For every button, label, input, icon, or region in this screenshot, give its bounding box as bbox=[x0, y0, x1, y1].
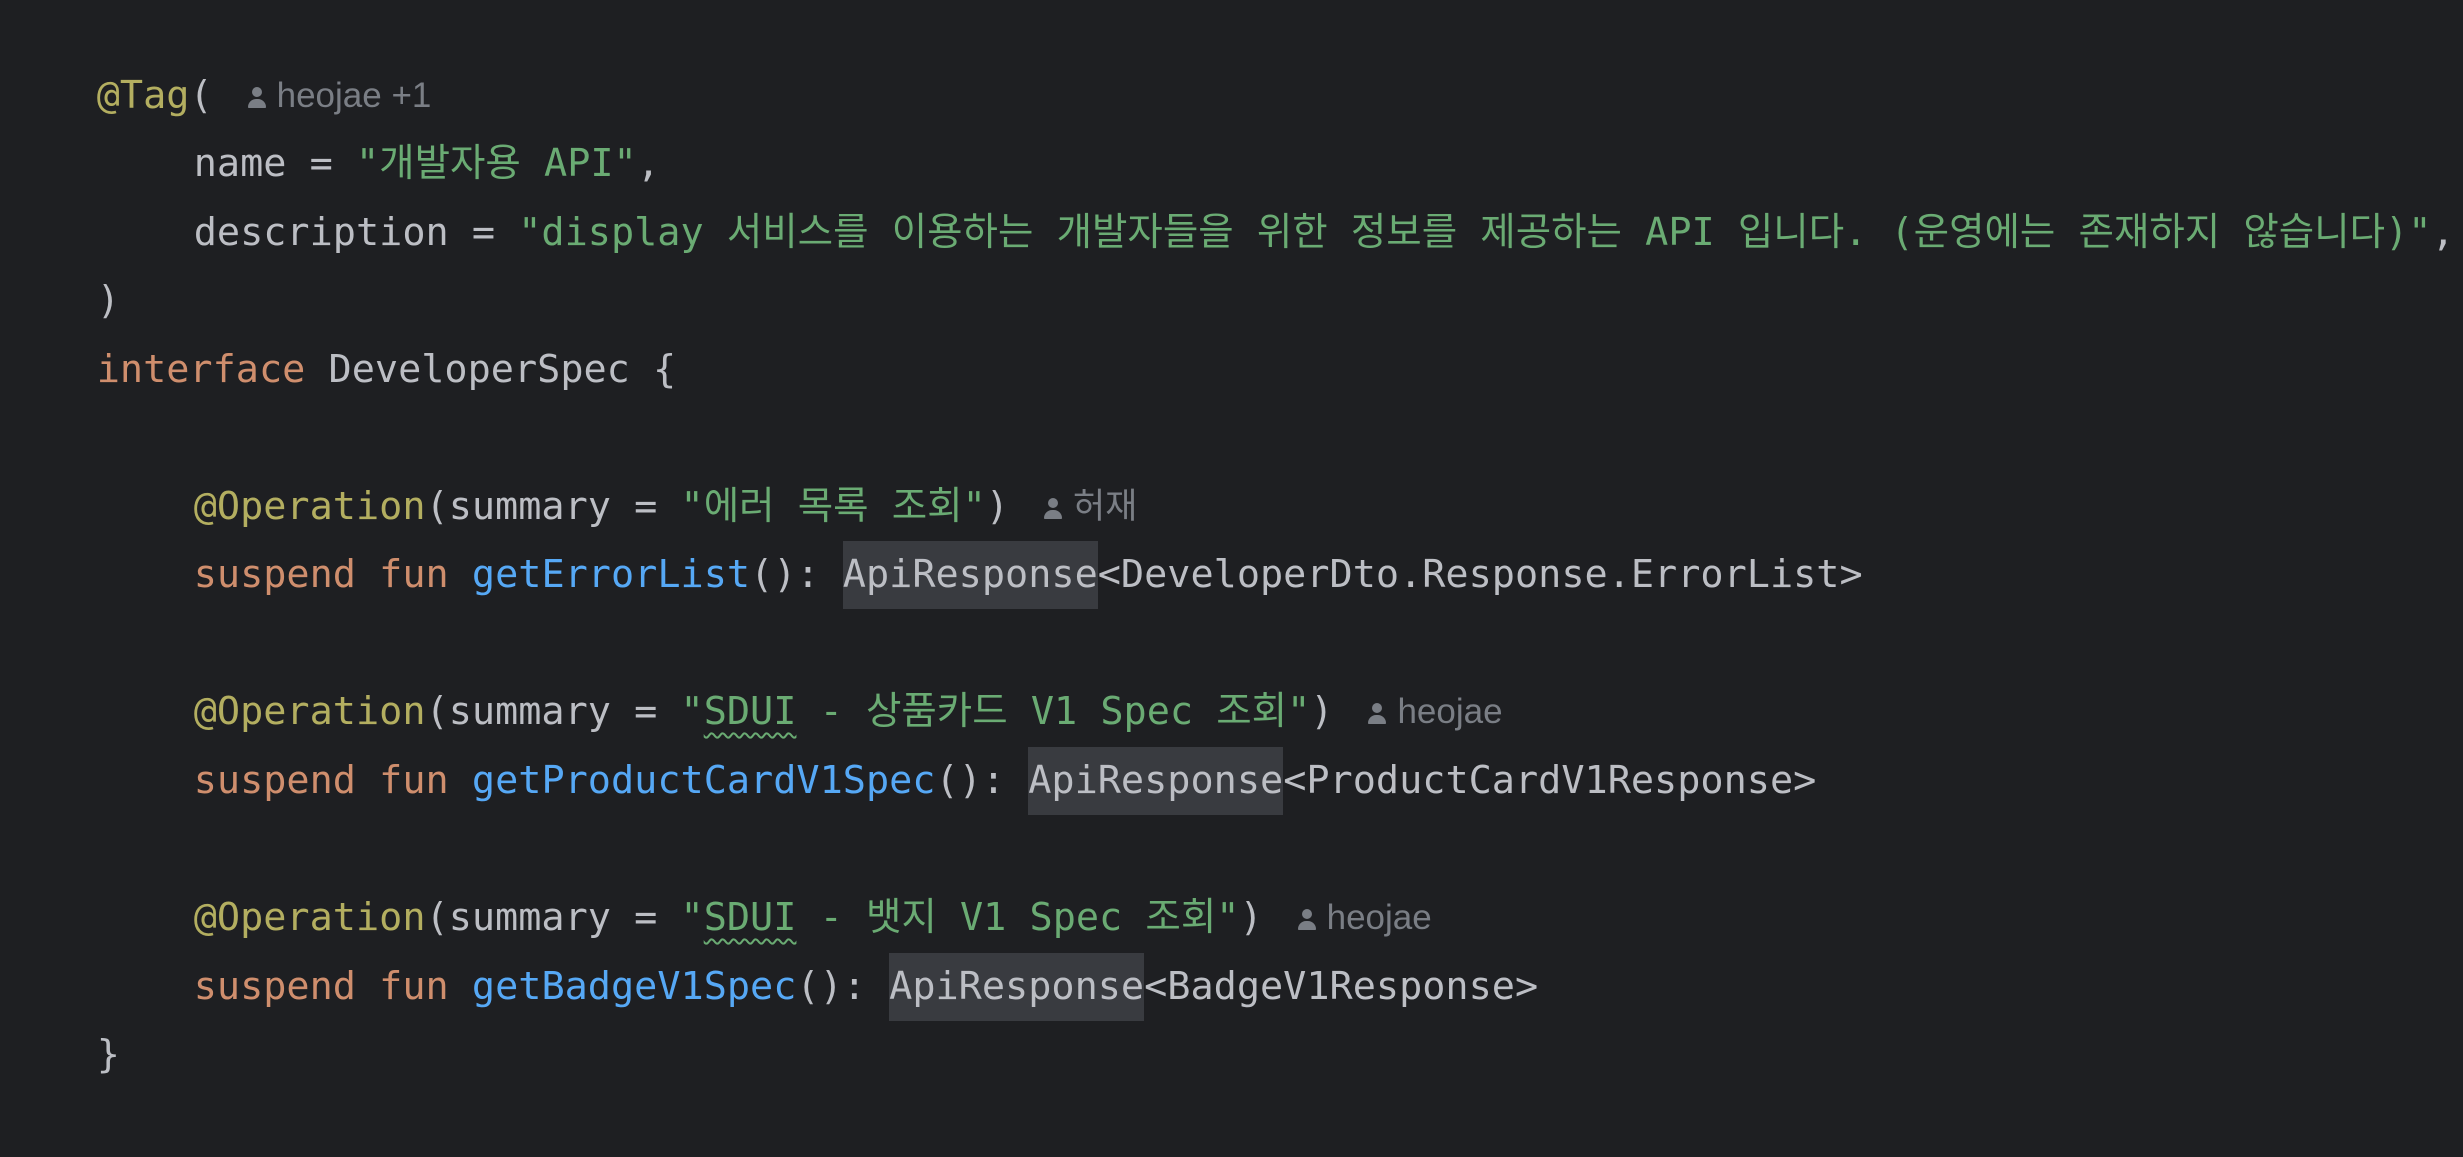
function-name[interactable]: getBadgeV1Spec bbox=[472, 964, 797, 1009]
suspend-keyword: suspend bbox=[193, 964, 356, 1009]
interface-keyword: interface bbox=[96, 347, 306, 392]
description-key: description bbox=[193, 210, 449, 255]
suspend-keyword: suspend bbox=[193, 758, 356, 803]
fun-keyword: fun bbox=[379, 758, 449, 803]
suspend-keyword: suspend bbox=[193, 552, 356, 597]
comma: , bbox=[2431, 210, 2455, 255]
code-line-function-1[interactable]: suspend fun getErrorList(): ApiResponse<… bbox=[4, 473, 1863, 609]
function-name[interactable]: getErrorList bbox=[472, 552, 750, 597]
interface-name: DeveloperSpec bbox=[328, 347, 630, 392]
code-line-operation-2[interactable]: @Operation(summary = "SDUI - 상품카드 V1 Spe… bbox=[4, 610, 1503, 734]
open-brace: { bbox=[653, 347, 677, 392]
close-brace: } bbox=[96, 1032, 120, 1077]
fun-keyword: fun bbox=[379, 964, 449, 1009]
return-type-highlighted[interactable]: ApiResponse bbox=[842, 541, 1098, 609]
function-name[interactable]: getProductCardV1Spec bbox=[472, 758, 936, 803]
description-value: "display 서비스를 이용하는 개발자들을 위한 정보를 제공하는 API… bbox=[518, 210, 2432, 255]
generic-type: <ProductCardV1Response> bbox=[1283, 758, 1817, 803]
code-line-function-2[interactable]: suspend fun getProductCardV1Spec(): ApiR… bbox=[4, 679, 1816, 815]
code-line-tag[interactable]: @Tag(heojae +1 bbox=[4, 0, 432, 118]
code-line-function-3[interactable]: suspend fun getBadgeV1Spec(): ApiRespons… bbox=[4, 885, 1538, 1021]
return-type-highlighted[interactable]: ApiResponse bbox=[889, 953, 1145, 1021]
generic-type: <DeveloperDto.Response.ErrorList> bbox=[1097, 552, 1863, 597]
generic-type: <BadgeV1Response> bbox=[1144, 964, 1539, 1009]
code-line-close-brace[interactable]: } bbox=[4, 953, 120, 1077]
code-line-interface[interactable]: interface DeveloperSpec { bbox=[4, 268, 677, 392]
code-line-operation-3[interactable]: @Operation(summary = "SDUI - 뱃지 V1 Spec … bbox=[4, 816, 1432, 940]
code-editor[interactable]: @Tag(heojae +1 name = "개발자용 API", descri… bbox=[0, 0, 2463, 1077]
return-type-highlighted[interactable]: ApiResponse bbox=[1028, 747, 1284, 815]
code-line-operation-1[interactable]: @Operation(summary = "에러 목록 조회") 허재 bbox=[4, 405, 1138, 529]
assign-operator: = bbox=[448, 210, 519, 255]
fun-keyword: fun bbox=[379, 552, 449, 597]
code-line-tag-close[interactable]: ) bbox=[4, 199, 120, 323]
code-line-description[interactable]: description = "display 서비스를 이용하는 개발자들을 위… bbox=[4, 131, 2455, 255]
code-line-name[interactable]: name = "개발자용 API", bbox=[4, 62, 660, 186]
